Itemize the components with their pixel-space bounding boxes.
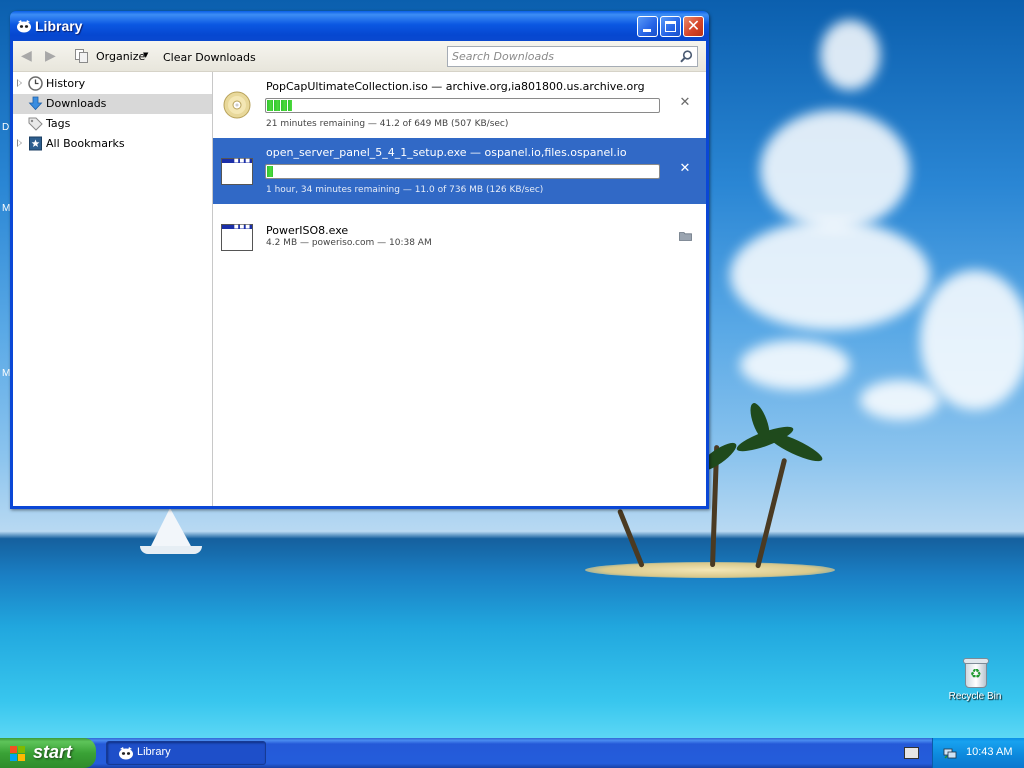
cloud bbox=[730, 220, 930, 330]
boat-sail bbox=[150, 508, 192, 548]
download-item[interactable]: ■■■ open_server_panel_5_4_1_setup.exe — … bbox=[213, 138, 706, 204]
search-input[interactable] bbox=[452, 49, 672, 64]
window-title: Library bbox=[35, 18, 83, 34]
download-name: open_server_panel_5_4_1_setup.exe — ospa… bbox=[266, 146, 627, 159]
cancel-download-icon[interactable]: ✕ bbox=[678, 96, 692, 110]
sidebar-item-all-bookmarks[interactable]: All Bookmarks bbox=[13, 134, 212, 154]
sidebar-item-label: Tags bbox=[46, 117, 71, 130]
download-progress-fill bbox=[267, 166, 273, 177]
maximize-button[interactable] bbox=[660, 16, 681, 37]
download-status: 1 hour, 34 minutes remaining — 11.0 of 7… bbox=[266, 185, 544, 195]
palm-frond bbox=[764, 427, 826, 467]
download-arrow-icon bbox=[28, 96, 43, 111]
sidebar-item-tags[interactable]: Tags bbox=[13, 114, 212, 134]
open-folder-icon[interactable] bbox=[679, 231, 692, 241]
expand-twisty-icon[interactable] bbox=[17, 139, 22, 147]
keyboard-icon[interactable] bbox=[904, 747, 919, 759]
palm-trunk bbox=[616, 508, 645, 568]
firefox-library-icon bbox=[119, 747, 133, 760]
minimize-icon bbox=[643, 29, 651, 32]
window-titlebar[interactable]: Library ✕ bbox=[10, 11, 709, 41]
boat-hull bbox=[140, 546, 202, 554]
sidebar-item-history[interactable]: History bbox=[13, 74, 212, 94]
start-button[interactable]: start bbox=[0, 738, 96, 768]
window-client-area: ◀ ▶ Organize ▼ Clear Downloads Search Do… bbox=[13, 41, 706, 506]
library-sidebar: History Downloads Tags All Bookmarks bbox=[13, 72, 213, 506]
search-box[interactable] bbox=[447, 46, 698, 67]
download-name: PowerISO8.exe bbox=[266, 224, 349, 237]
forward-button[interactable]: ▶ bbox=[45, 49, 59, 63]
download-status: 4.2 MB — poweriso.com — 10:38 AM bbox=[266, 238, 432, 248]
cloud bbox=[820, 20, 880, 90]
clock-icon bbox=[28, 76, 43, 91]
palm-trunk bbox=[755, 457, 788, 569]
application-window-icon: ■■■ bbox=[221, 156, 253, 186]
disc-icon bbox=[223, 91, 251, 119]
download-progress-fill bbox=[267, 100, 292, 111]
system-tray: 10:43 AM bbox=[932, 738, 1024, 768]
taskbar-button-label: Library bbox=[137, 746, 171, 758]
cloud bbox=[760, 110, 910, 230]
recycle-bin-shortcut[interactable]: ♻ Recycle Bin bbox=[944, 656, 1006, 702]
tag-icon bbox=[28, 117, 43, 131]
clear-downloads-button[interactable]: Clear Downloads bbox=[163, 51, 256, 64]
dropdown-arrow-icon: ▼ bbox=[143, 51, 149, 59]
recycle-bin-label: Recycle Bin bbox=[948, 691, 1002, 702]
start-label: start bbox=[33, 742, 73, 762]
download-status: 21 minutes remaining — 41.2 of 649 MB (5… bbox=[266, 119, 509, 129]
sidebar-item-label: All Bookmarks bbox=[46, 137, 125, 150]
taskbar: start Library 10:43 AM bbox=[0, 738, 1024, 768]
desktop-icon-label-fragment: D bbox=[2, 122, 10, 133]
cloud bbox=[860, 380, 940, 420]
close-icon: ✕ bbox=[686, 16, 701, 35]
maximize-icon bbox=[665, 21, 676, 32]
download-item[interactable]: PopCapUltimateCollection.iso — archive.o… bbox=[213, 72, 706, 138]
organize-label: Organize bbox=[96, 50, 146, 63]
cloud bbox=[920, 270, 1024, 410]
library-toolbar: ◀ ▶ Organize ▼ Clear Downloads bbox=[13, 41, 706, 72]
taskbar-button-library[interactable]: Library bbox=[106, 741, 266, 765]
organize-pages-icon bbox=[75, 49, 89, 64]
downloads-list: PopCapUltimateCollection.iso — archive.o… bbox=[213, 72, 706, 506]
windows-flag-icon bbox=[10, 746, 26, 761]
network-icon[interactable] bbox=[943, 746, 957, 760]
cancel-download-icon[interactable]: ✕ bbox=[678, 162, 692, 176]
firefox-library-icon bbox=[17, 20, 31, 33]
sidebar-item-downloads[interactable]: Downloads bbox=[13, 94, 212, 114]
search-icon[interactable] bbox=[680, 50, 693, 63]
download-item[interactable]: ■■■ PowerISO8.exe 4.2 MB — poweriso.com … bbox=[213, 204, 706, 270]
expand-twisty-icon[interactable] bbox=[17, 79, 22, 87]
sidebar-item-label: Downloads bbox=[46, 97, 107, 110]
library-window: Library ✕ ◀ ▶ Organize ▼ Clear Downloads bbox=[10, 11, 709, 509]
application-window-icon: ■■■ bbox=[221, 222, 253, 252]
close-button[interactable]: ✕ bbox=[683, 16, 704, 37]
back-button[interactable]: ◀ bbox=[21, 49, 35, 63]
download-name: PopCapUltimateCollection.iso — archive.o… bbox=[266, 80, 645, 93]
recycle-bin-icon: ♻ bbox=[962, 656, 989, 688]
clock: 10:43 AM bbox=[966, 746, 1013, 758]
bookmarks-icon bbox=[29, 136, 42, 151]
cloud bbox=[740, 340, 850, 390]
sidebar-item-label: History bbox=[46, 77, 86, 90]
download-progress-bar bbox=[265, 98, 660, 113]
minimize-button[interactable] bbox=[637, 16, 658, 37]
download-progress-bar bbox=[265, 164, 660, 179]
